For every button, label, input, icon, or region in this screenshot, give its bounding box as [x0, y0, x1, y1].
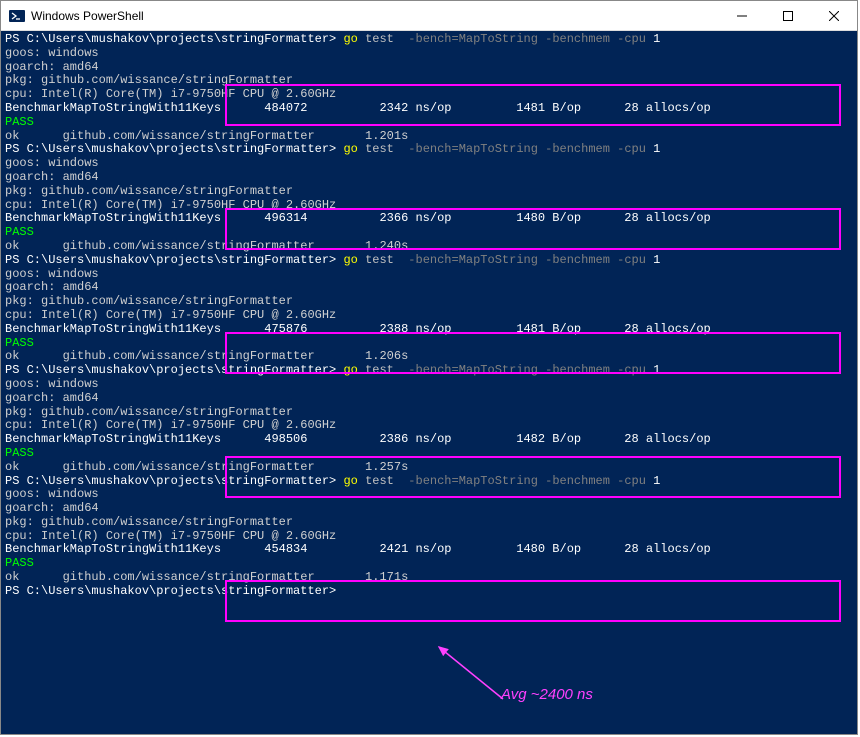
terminal-line: PS C:\Users\mushakov\projects\stringForm… [5, 33, 853, 47]
terminal-line: goos: windows [5, 268, 853, 282]
terminal-line: goos: windows [5, 157, 853, 171]
minimize-button[interactable] [719, 1, 765, 30]
terminal-line: pkg: github.com/wissance/stringFormatter [5, 74, 853, 88]
annotation-label: Avg ~2400 ns [501, 688, 593, 702]
terminal-line: goarch: amd64 [5, 281, 853, 295]
window-title: Windows PowerShell [31, 9, 719, 23]
powershell-window: Windows PowerShell PS C:\Users\mushakov\… [0, 0, 858, 735]
terminal-line: BenchmarkMapToStringWith11Keys 454834 24… [5, 543, 853, 557]
terminal-line: pkg: github.com/wissance/stringFormatter [5, 516, 853, 530]
terminal-line: PASS [5, 447, 853, 461]
terminal-line: PASS [5, 337, 853, 351]
terminal-area[interactable]: PS C:\Users\mushakov\projects\stringForm… [1, 31, 857, 734]
terminal-line: goos: windows [5, 47, 853, 61]
close-button[interactable] [811, 1, 857, 30]
terminal-line: pkg: github.com/wissance/stringFormatter [5, 295, 853, 309]
terminal-line: goarch: amd64 [5, 61, 853, 75]
terminal-line: BenchmarkMapToStringWith11Keys 496314 23… [5, 212, 853, 226]
terminal-line: pkg: github.com/wissance/stringFormatter [5, 406, 853, 420]
terminal-line: PS C:\Users\mushakov\projects\stringForm… [5, 143, 853, 157]
terminal-line: goos: windows [5, 488, 853, 502]
terminal-line: PASS [5, 226, 853, 240]
terminal-line: ok github.com/wissance/stringFormatter 1… [5, 130, 853, 144]
annotation-arrow [431, 641, 511, 706]
terminal-line: ok github.com/wissance/stringFormatter 1… [5, 571, 853, 585]
maximize-button[interactable] [765, 1, 811, 30]
terminal-line: goarch: amd64 [5, 392, 853, 406]
terminal-line: ok github.com/wissance/stringFormatter 1… [5, 240, 853, 254]
terminal-line: ok github.com/wissance/stringFormatter 1… [5, 350, 853, 364]
powershell-icon [9, 8, 25, 24]
terminal-line: PS C:\Users\mushakov\projects\stringForm… [5, 475, 853, 489]
terminal-line: PASS [5, 116, 853, 130]
terminal-line: ok github.com/wissance/stringFormatter 1… [5, 461, 853, 475]
terminal-line: goarch: amd64 [5, 171, 853, 185]
terminal-line: PS C:\Users\mushakov\projects\stringForm… [5, 585, 853, 599]
terminal-line: cpu: Intel(R) Core(TM) i7-9750HF CPU @ 2… [5, 199, 853, 213]
window-controls [719, 1, 857, 30]
terminal-line: cpu: Intel(R) Core(TM) i7-9750HF CPU @ 2… [5, 530, 853, 544]
terminal-line: PS C:\Users\mushakov\projects\stringForm… [5, 254, 853, 268]
terminal-line: goos: windows [5, 378, 853, 392]
terminal-line: cpu: Intel(R) Core(TM) i7-9750HF CPU @ 2… [5, 309, 853, 323]
terminal-line: BenchmarkMapToStringWith11Keys 475876 23… [5, 323, 853, 337]
terminal-line: goarch: amd64 [5, 502, 853, 516]
terminal-line: pkg: github.com/wissance/stringFormatter [5, 185, 853, 199]
terminal-line: cpu: Intel(R) Core(TM) i7-9750HF CPU @ 2… [5, 88, 853, 102]
terminal-line: cpu: Intel(R) Core(TM) i7-9750HF CPU @ 2… [5, 419, 853, 433]
terminal-line: PS C:\Users\mushakov\projects\stringForm… [5, 364, 853, 378]
titlebar[interactable]: Windows PowerShell [1, 1, 857, 31]
terminal-line: BenchmarkMapToStringWith11Keys 498506 23… [5, 433, 853, 447]
terminal-line: BenchmarkMapToStringWith11Keys 484072 23… [5, 102, 853, 116]
terminal-line: PASS [5, 557, 853, 571]
